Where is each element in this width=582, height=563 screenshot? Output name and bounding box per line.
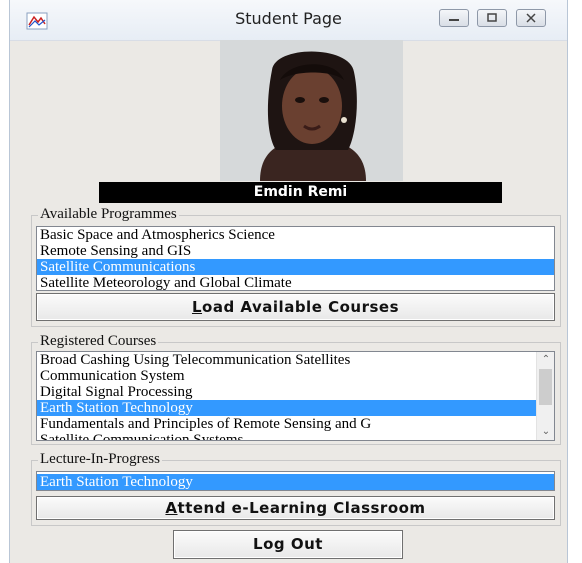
log-out-button[interactable]: Log Out [173,530,403,559]
course-item[interactable]: Satellite Communication Systems [37,432,554,440]
programmes-listbox[interactable]: Basic Space and Atmospherics Science Rem… [36,226,555,291]
student-page-window: Student Page Emdin Remi Available Progra… [9,0,568,563]
scrollbar-thumb[interactable] [539,369,552,405]
course-item-selected[interactable]: Earth Station Technology [37,400,536,416]
courses-scrollbar[interactable]: ⌃ ⌄ [536,352,554,440]
available-programmes-group: Available Programmes Basic Space and Atm… [31,206,561,327]
lecture-in-progress-group: Lecture-In-Progress Earth Station Techno… [31,451,561,526]
registered-courses-legend: Registered Courses [38,333,159,350]
scroll-down-icon[interactable]: ⌄ [537,424,554,440]
programme-item[interactable]: Remote Sensing and GIS [37,243,554,259]
student-name-label: Emdin Remi [99,182,502,203]
maximize-icon [487,13,497,22]
registered-courses-listbox[interactable]: Broad Cashing Using Telecommunication Sa… [36,351,555,441]
registered-courses-group: Registered Courses Broad Cashing Using T… [31,333,561,445]
close-button[interactable] [516,9,546,27]
programme-item[interactable]: Basic Space and Atmospherics Science [37,227,554,243]
student-portrait-image [220,40,403,181]
load-button-label: oad Available Courses [202,298,400,316]
attend-button-mnemonic: A [165,499,178,517]
course-item[interactable]: Fundamentals and Principles of Remote Se… [37,416,554,432]
scroll-up-icon[interactable]: ⌃ [537,352,554,368]
attend-button-label: ttend e-Learning Classroom [177,499,426,517]
course-item[interactable]: Communication System [37,368,554,384]
programme-item[interactable]: Satellite Meteorology and Global Climate [37,275,554,290]
load-button-mnemonic: L [191,298,203,316]
lecture-listbox[interactable]: Earth Station Technology [36,471,555,491]
lecture-item-selected[interactable]: Earth Station Technology [37,474,554,490]
close-icon [526,13,536,23]
load-available-courses-button[interactable]: Load Available Courses [36,293,555,321]
maximize-button[interactable] [477,9,507,27]
minimize-button[interactable] [439,9,469,27]
available-programmes-legend: Available Programmes [38,206,179,223]
minimize-icon [449,19,459,21]
attend-e-learning-classroom-button[interactable]: Attend e-Learning Classroom [36,496,555,520]
student-photo [220,40,403,181]
title-bar[interactable]: Student Page [10,0,567,41]
programme-item-selected[interactable]: Satellite Communications [37,259,554,275]
course-item[interactable]: Broad Cashing Using Telecommunication Sa… [37,352,554,368]
course-item[interactable]: Digital Signal Processing [37,384,554,400]
lecture-in-progress-legend: Lecture-In-Progress [38,451,162,468]
